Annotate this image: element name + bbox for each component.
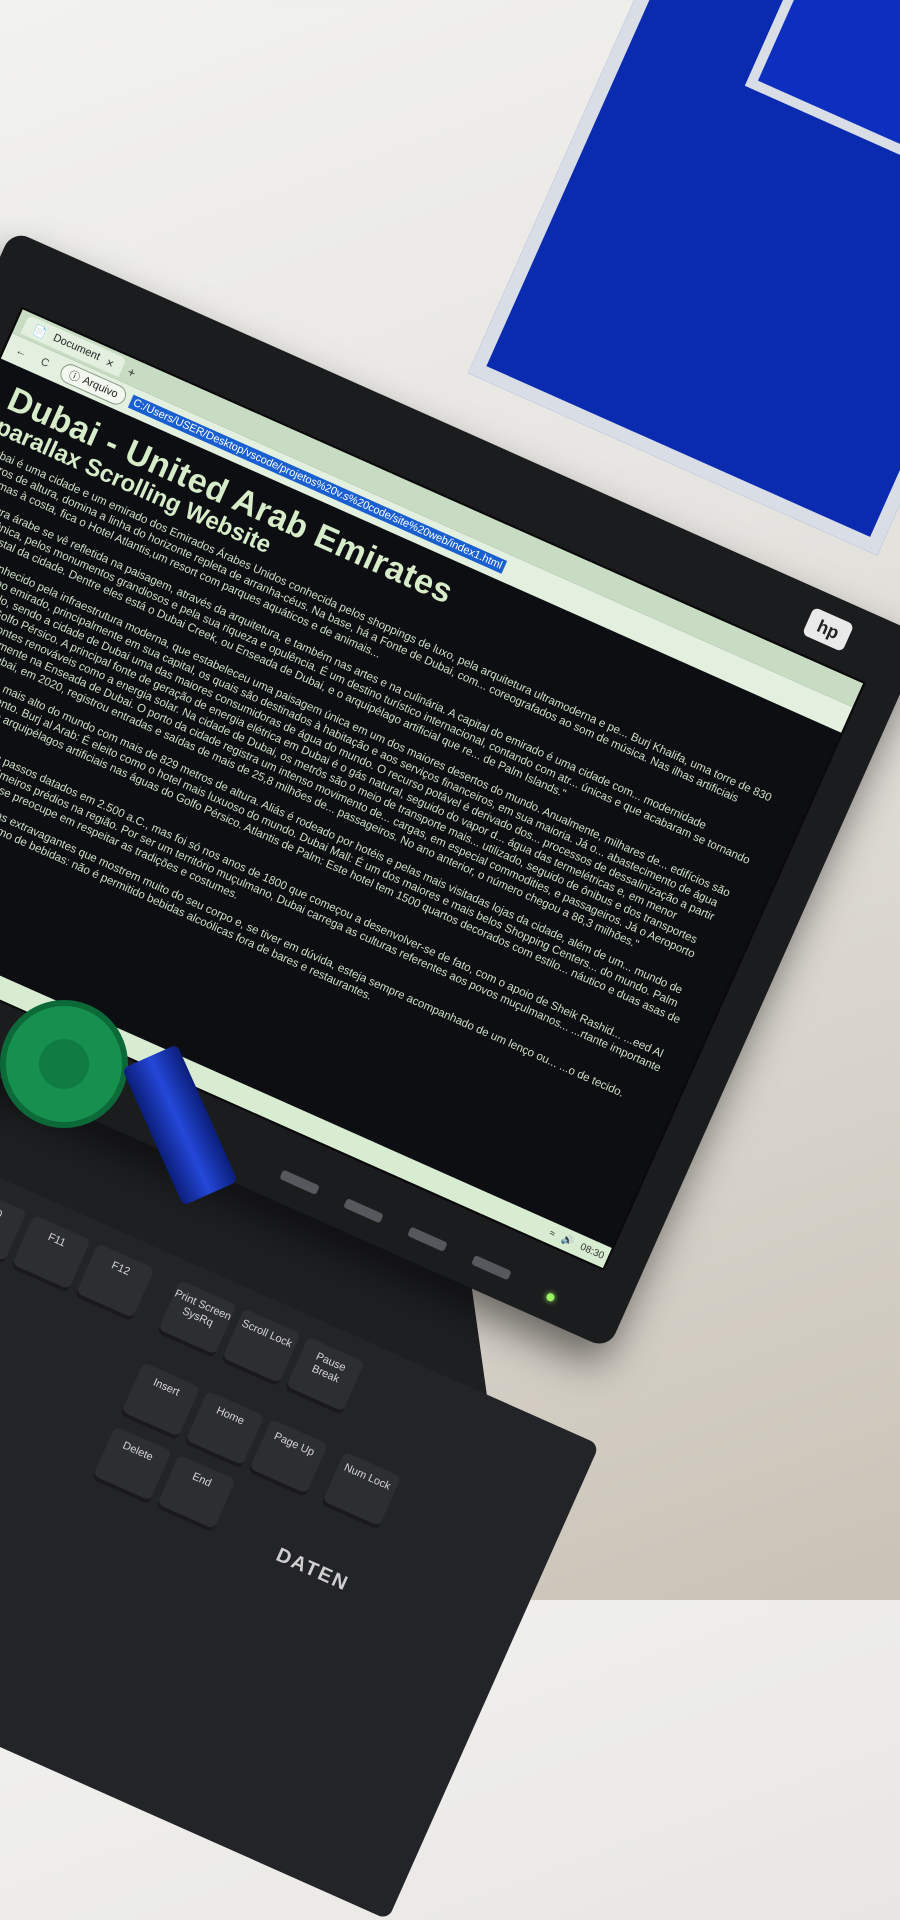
volume-icon[interactable]: 🔊 xyxy=(560,1233,576,1248)
clock[interactable]: 08:30 xyxy=(579,1241,606,1261)
power-led-icon xyxy=(545,1291,556,1303)
tape-roll xyxy=(0,1000,128,1128)
monitor-button[interactable] xyxy=(407,1226,448,1252)
notification-icon[interactable]: □ xyxy=(609,1255,619,1268)
reload-button[interactable]: C xyxy=(35,354,54,371)
hp-logo-icon: hp xyxy=(801,606,855,653)
key-num-lock[interactable]: Num Lock xyxy=(321,1451,402,1530)
key-pause-break[interactable]: Pause Break xyxy=(284,1336,365,1416)
system-tray: ≈ 🔊 08:30 □ xyxy=(548,1227,619,1267)
key-insert[interactable]: Insert xyxy=(120,1362,201,1441)
document-icon: 📄 xyxy=(31,323,49,340)
keyboard-brand: DATEN xyxy=(272,1544,353,1596)
info-icon: ⓘ xyxy=(66,369,82,385)
key-delete[interactable]: Delete xyxy=(91,1426,172,1505)
key-home[interactable]: Home xyxy=(184,1390,265,1469)
key-print-screen[interactable]: Print Screen SysRq xyxy=(156,1279,237,1359)
key-scroll-lock[interactable]: Scroll Lock xyxy=(220,1308,301,1387)
back-button[interactable]: ← xyxy=(11,344,30,361)
key-end[interactable]: End xyxy=(155,1454,236,1533)
monitor-button[interactable] xyxy=(471,1254,512,1281)
key-f11[interactable]: F11 xyxy=(10,1214,91,1294)
network-icon[interactable]: ≈ xyxy=(548,1227,557,1239)
new-tab-button[interactable]: + xyxy=(125,364,138,381)
monitor-button[interactable] xyxy=(343,1198,384,1224)
key-f12[interactable]: F12 xyxy=(74,1243,155,1322)
monitor-button[interactable] xyxy=(279,1169,320,1195)
close-tab-icon[interactable]: × xyxy=(104,354,117,371)
key-page-up[interactable]: Page Up xyxy=(247,1419,329,1498)
